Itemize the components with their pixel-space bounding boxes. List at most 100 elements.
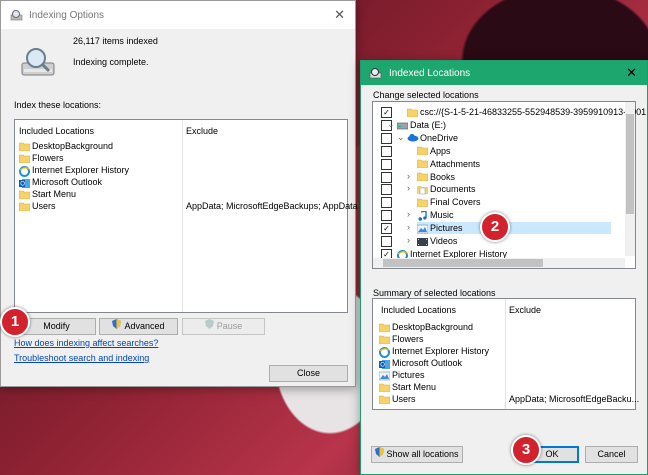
summary-row[interactable]: Internet Explorer History (379, 345, 489, 358)
chevron-right-icon[interactable]: › (407, 235, 410, 245)
pictures-icon (378, 371, 391, 381)
column-header-exclude[interactable]: Exclude (182, 124, 346, 138)
indexing-status: Indexing complete. (73, 57, 149, 67)
location-checkbox[interactable]: ✓ (381, 223, 392, 235)
location-name: Flowers (32, 153, 64, 163)
onedrive-icon (407, 133, 419, 143)
folder-icon (18, 202, 31, 212)
close-icon[interactable]: ✕ (334, 7, 345, 23)
indexing-affect-link[interactable]: How does indexing affect searches? (14, 338, 158, 348)
shield-icon (375, 447, 385, 462)
location-checkbox[interactable] (381, 184, 392, 196)
svg-text:O: O (20, 181, 25, 187)
window-title: Indexed Locations (389, 68, 471, 79)
folder-icon (378, 383, 391, 393)
tree-item-label: Final Covers (430, 197, 481, 208)
chevron-down-icon[interactable]: ⌄ (387, 119, 395, 130)
troubleshoot-link[interactable]: Troubleshoot search and indexing (14, 353, 149, 363)
horizontal-scrollbar[interactable] (373, 258, 625, 268)
chevron-down-icon[interactable]: ⌄ (397, 132, 405, 143)
chevron-right-icon[interactable]: › (407, 222, 410, 232)
column-header-exclude[interactable]: Exclude (505, 303, 634, 317)
tree-item[interactable]: Pictures (416, 222, 611, 235)
summary-location-name: Users (392, 394, 416, 404)
column-header-included[interactable]: Included Locations (377, 303, 506, 317)
summary-row[interactable]: DesktopBackground (378, 321, 473, 333)
indexing-icon (19, 45, 59, 83)
column-divider (182, 120, 183, 312)
tree-item[interactable]: OneDrive (407, 132, 458, 144)
cancel-button[interactable]: Cancel (585, 446, 638, 463)
tree-item-label: Pictures (430, 223, 463, 234)
location-row[interactable]: Start Menu (18, 188, 77, 200)
summary-row[interactable]: O Microsoft Outlook (379, 357, 462, 369)
locations-list[interactable]: Included Locations Exclude DesktopBackgr… (14, 119, 358, 313)
folder-icon (416, 146, 429, 156)
tree-item-label: Data (E:) (410, 119, 447, 130)
svg-text:O: O (380, 362, 385, 368)
location-checkbox[interactable] (381, 210, 392, 222)
folder-icon (18, 154, 31, 164)
summary-row[interactable]: Flowers (378, 333, 424, 345)
summary-row[interactable]: Pictures (378, 369, 425, 381)
vertical-scrollbar[interactable] (625, 102, 635, 256)
tree-item[interactable]: Documents (417, 183, 476, 195)
scrollbar-thumb[interactable] (626, 114, 634, 214)
section-label: Index these locations: (14, 100, 102, 110)
location-checkbox[interactable] (381, 197, 392, 209)
tree-item[interactable]: Attachments (416, 158, 481, 170)
tree-item[interactable]: Data (E:) (396, 119, 447, 131)
location-checkbox[interactable] (381, 145, 392, 157)
location-name: Microsoft Outlook (32, 177, 103, 187)
pause-button[interactable]: Pause (182, 318, 265, 335)
summary-row[interactable]: Start Menu (378, 381, 436, 393)
outlook-icon: O (19, 178, 30, 188)
chevron-right-icon[interactable]: › (407, 209, 410, 219)
location-checkbox[interactable] (381, 132, 392, 144)
location-checkbox[interactable]: ✓ (381, 107, 392, 118)
summary-location-name: Flowers (392, 334, 424, 344)
folder-icon (406, 108, 419, 118)
folder-icon (416, 159, 429, 169)
tree-item[interactable]: Apps (416, 145, 451, 157)
change-locations-label: Change selected locations (373, 90, 479, 100)
tree-item[interactable]: Final Covers (416, 196, 481, 208)
tree-item-label: csc://{S-1-5-21-46833255-552948539-39599… (420, 107, 647, 117)
close-icon[interactable]: ✕ (626, 65, 637, 81)
column-header-included[interactable]: Included Locations (15, 124, 179, 138)
tree-item[interactable]: Music (417, 209, 454, 221)
advanced-label: Advanced (124, 321, 165, 331)
indexed-locations-window: Indexed Locations ✕ Change selected loca… (360, 60, 648, 475)
summary-row[interactable]: Users (378, 393, 416, 405)
tree-item-label: Attachments (430, 158, 481, 169)
scrollbar-thumb[interactable] (383, 259, 543, 267)
shield-icon (112, 319, 122, 334)
summary-list[interactable]: Included Locations Exclude DesktopBackgr… (372, 298, 639, 410)
location-row[interactable]: Internet Explorer History (19, 164, 130, 177)
music-icon (417, 209, 427, 221)
close-button[interactable]: Close (269, 365, 348, 382)
location-name: Start Menu (32, 189, 77, 199)
chevron-right-icon[interactable]: › (407, 171, 410, 181)
videos-icon (417, 237, 428, 247)
location-name: Internet Explorer History (32, 165, 130, 175)
location-checkbox[interactable] (381, 158, 392, 170)
magnifier-icon (369, 67, 382, 81)
location-checkbox[interactable] (381, 236, 392, 247)
ie-icon (379, 346, 390, 358)
tree-item[interactable]: Books (416, 171, 455, 183)
magnifier-icon (10, 9, 23, 23)
location-row[interactable]: O Microsoft Outlook (19, 176, 102, 188)
show-all-locations-button[interactable]: Show all locations (371, 446, 463, 463)
tree-item[interactable]: csc://{S-1-5-21-46833255-552948539-39599… (406, 106, 647, 118)
chevron-right-icon[interactable]: › (407, 183, 410, 193)
location-row[interactable]: DesktopBackground (18, 140, 113, 152)
folder-icon (378, 395, 391, 405)
tree-item[interactable]: Videos (417, 235, 457, 247)
advanced-button[interactable]: Advanced (99, 318, 178, 335)
items-indexed-count: 26,117 items indexed (73, 36, 158, 46)
locations-tree[interactable]: ✓ csc://{S-1-5-21-46833255-552948539-3959… (372, 101, 646, 269)
location-checkbox[interactable] (381, 171, 392, 183)
location-row[interactable]: Flowers (18, 152, 64, 164)
location-row[interactable]: Users (18, 200, 56, 212)
